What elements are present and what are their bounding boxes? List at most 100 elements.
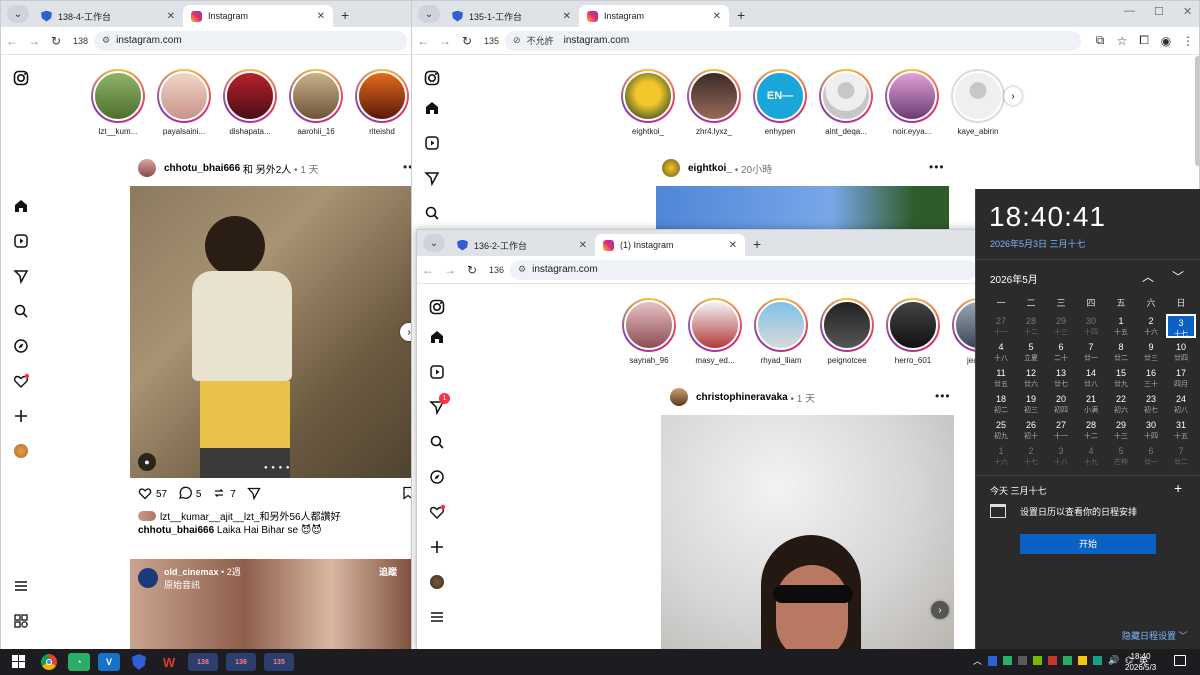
not-secure-label[interactable]: 不允許	[527, 34, 554, 47]
back-icon[interactable]: ←	[1, 34, 23, 48]
instagram-logo-icon[interactable]	[427, 297, 447, 317]
forward-icon[interactable]: →	[23, 34, 45, 48]
story-item[interactable]: lzt__kum...	[85, 69, 151, 136]
new-tab-button[interactable]: +	[753, 236, 761, 252]
calendar-day[interactable]: 2 十六	[1136, 314, 1166, 338]
post-username[interactable]: chhotu_bhai666	[164, 163, 240, 174]
calendar-day[interactable]: 12 廿六	[1016, 366, 1046, 390]
tray-shield-icon[interactable]	[988, 655, 998, 666]
calendar-day[interactable]: 11 廿五	[986, 366, 1016, 390]
calendar-day[interactable]: 25 初九	[986, 418, 1016, 442]
tab-workbench[interactable]: 135-1-工作台 ✕	[444, 5, 579, 27]
calendar-day[interactable]: 1 十六	[986, 444, 1016, 468]
post-photo[interactable]: ›	[661, 415, 954, 649]
notifications-heart-icon[interactable]	[427, 502, 447, 522]
taskbar-browser-138[interactable]: 138	[188, 653, 218, 671]
prev-month-icon[interactable]: ︿	[1142, 268, 1154, 285]
calendar-day-today[interactable]: 3 十七	[1166, 314, 1196, 338]
url-input[interactable]: ⚙ instagram.com	[510, 259, 977, 280]
calendar-day[interactable]: 27 十一	[1046, 418, 1076, 442]
site-info-icon[interactable]: ⚙	[518, 264, 526, 275]
story-item[interactable]: noir.eyya...	[879, 69, 945, 136]
calendar-day[interactable]: 2 十七	[1016, 444, 1046, 468]
profile-avatar[interactable]	[11, 441, 31, 461]
calendar-day[interactable]: 26 初十	[1016, 418, 1046, 442]
url-input[interactable]: ⚙ instagram.com	[94, 30, 407, 51]
taskbar-browser-135[interactable]: 135	[264, 653, 294, 671]
tab-instagram[interactable]: Instagram ✕	[579, 5, 729, 27]
profile-icon[interactable]: ◉	[1155, 34, 1177, 48]
calendar-day[interactable]: 31 十五	[1166, 418, 1196, 442]
like-icon[interactable]	[138, 486, 152, 503]
maximize-icon[interactable]: ☐	[1154, 5, 1164, 18]
story-item[interactable]: herro_601	[880, 298, 946, 365]
story-item[interactable]: payalsaini...	[151, 69, 217, 136]
video-avatar[interactable]	[138, 568, 158, 588]
minimize-icon[interactable]: —	[1124, 5, 1135, 17]
calendar-day[interactable]: 14 廿八	[1076, 366, 1106, 390]
instagram-logo-icon[interactable]	[422, 68, 442, 88]
audio-label[interactable]: 原始音訊	[164, 580, 200, 590]
calendar-day[interactable]: 7 廿一	[1076, 340, 1106, 364]
not-secure-icon[interactable]: ⊘	[513, 35, 521, 46]
tray-nvidia-icon[interactable]	[1033, 656, 1043, 665]
reels-icon[interactable]	[427, 362, 447, 382]
extensions-icon[interactable]: ⧠	[1133, 33, 1155, 48]
comment-icon[interactable]	[178, 486, 192, 503]
close-tab-icon[interactable]: ✕	[713, 11, 721, 22]
shield-browser-icon[interactable]	[128, 653, 150, 671]
story-item[interactable]: rhyad_lliam	[748, 298, 814, 365]
bookmark-star-icon[interactable]: ☆	[1111, 34, 1133, 48]
tab-workbench[interactable]: 138-4-工作台 ✕	[33, 5, 183, 27]
close-tab-icon[interactable]: ✕	[579, 240, 587, 251]
story-item[interactable]: zhr4.lyxz_	[681, 69, 747, 136]
browser-menu-icon[interactable]: ⋮	[1177, 34, 1199, 48]
tray-app-icon[interactable]	[1048, 656, 1058, 665]
more-options-icon[interactable]: •••	[929, 160, 945, 174]
hide-schedule-link[interactable]: 隐藏日程设置 ﹀	[1122, 629, 1188, 642]
calendar-day[interactable]: 4 十九	[1076, 444, 1106, 468]
reload-icon[interactable]: ↻	[45, 34, 67, 48]
tab-search-button[interactable]: ⌄	[418, 5, 440, 23]
story-item[interactable]: EN— enhypen	[747, 69, 813, 136]
calendar-day[interactable]: 15 廿九	[1106, 366, 1136, 390]
repost-count[interactable]: 7	[230, 489, 236, 500]
close-window-icon[interactable]: ✕	[1183, 5, 1192, 18]
scrollbar[interactable]	[1195, 56, 1199, 166]
create-icon[interactable]	[427, 537, 447, 557]
reels-icon[interactable]	[11, 231, 31, 251]
post-photo[interactable]	[656, 186, 949, 231]
post-avatar[interactable]	[662, 159, 680, 177]
cast-icon[interactable]: ⧉	[1089, 33, 1111, 48]
instagram-logo-icon[interactable]	[11, 68, 31, 88]
add-event-icon[interactable]: +	[1174, 480, 1182, 496]
reload-icon[interactable]: ↻	[456, 34, 478, 48]
post-username[interactable]: eightkoi_	[688, 163, 732, 174]
calendar-day[interactable]: 30 十四	[1076, 314, 1106, 338]
calendar-day[interactable]: 21 小满	[1076, 392, 1106, 416]
like-count[interactable]: 57	[156, 489, 167, 500]
menu-icon[interactable]	[11, 576, 31, 596]
close-tab-icon[interactable]: ✕	[729, 240, 737, 251]
calendar-day[interactable]: 17 四月	[1166, 366, 1196, 390]
tab-instagram[interactable]: (1) Instagram ✕	[595, 234, 745, 256]
close-tab-icon[interactable]: ✕	[317, 11, 325, 22]
story-item[interactable]: kaye_abirin	[945, 69, 1011, 136]
tray-wechat-icon[interactable]	[1003, 656, 1013, 665]
messages-icon[interactable]: 1	[427, 393, 450, 417]
wps-icon[interactable]: W	[158, 653, 180, 671]
home-icon[interactable]	[11, 196, 31, 216]
calendar-day[interactable]: 19 初三	[1016, 392, 1046, 416]
post-photo[interactable]: ● ● ● ● ● ›	[130, 186, 415, 478]
calendar-day[interactable]: 22 初六	[1106, 392, 1136, 416]
start-button[interactable]: 开始	[1020, 534, 1156, 554]
clock-date-lunar[interactable]: 2026年5月3日 三月十七	[990, 237, 1086, 250]
tab-workbench[interactable]: 136-2-工作台 ✕	[449, 234, 595, 256]
follow-button[interactable]: 追蹤	[379, 565, 397, 578]
story-item[interactable]: dishapata...	[217, 69, 283, 136]
chrome-icon[interactable]	[38, 653, 60, 671]
create-icon[interactable]	[11, 406, 31, 426]
show-hidden-icons[interactable]: ︿	[973, 654, 982, 667]
calendar-day[interactable]: 18 初二	[986, 392, 1016, 416]
share-icon[interactable]	[246, 486, 261, 503]
